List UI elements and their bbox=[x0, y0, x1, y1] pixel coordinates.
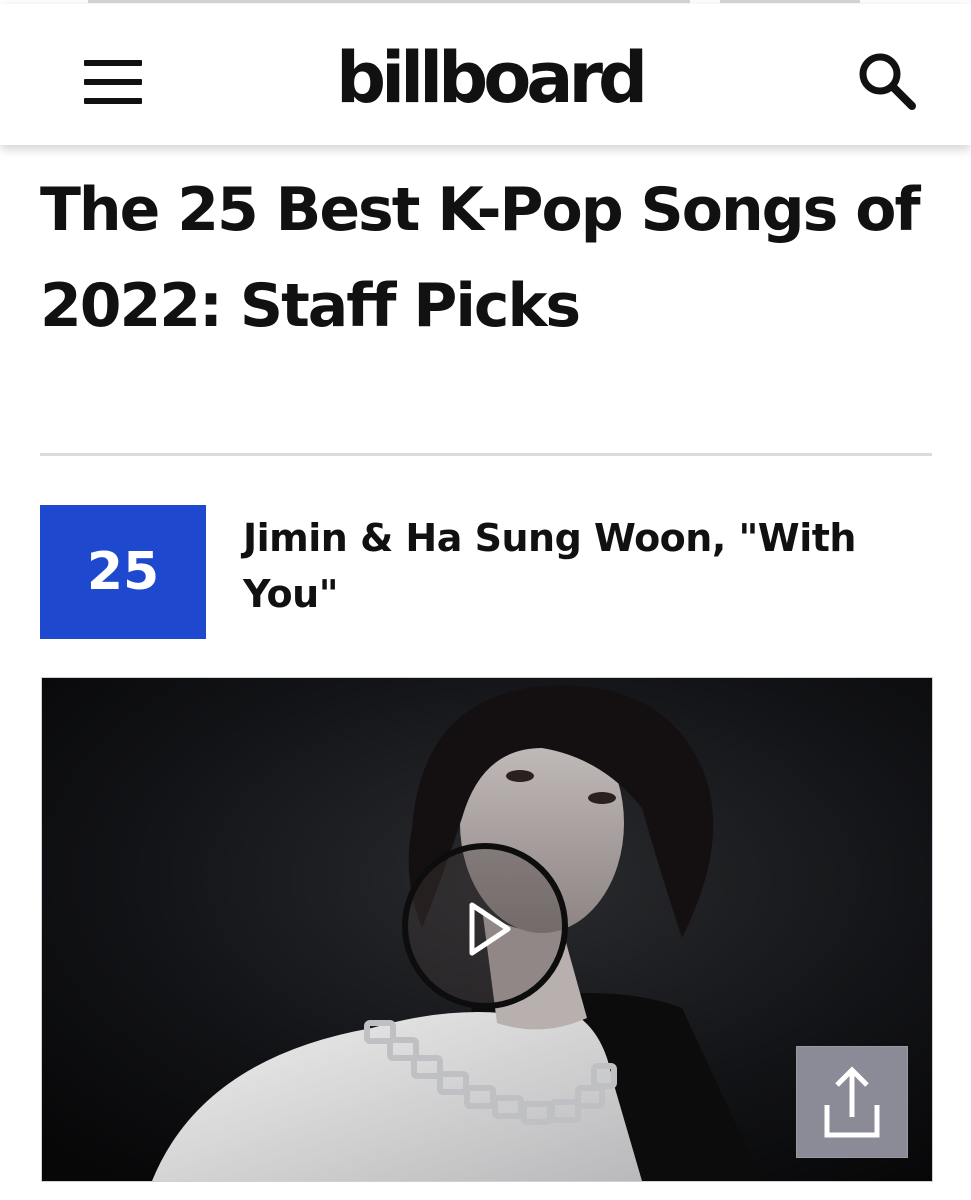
site-header: billboard bbox=[0, 4, 971, 145]
billboard-logo[interactable]: billboard bbox=[336, 38, 648, 118]
share-button[interactable] bbox=[796, 1046, 908, 1158]
song-title: Jimin & Ha Sung Woon, "With You" bbox=[243, 516, 856, 616]
top-strip-segment bbox=[88, 0, 690, 3]
play-icon bbox=[469, 902, 511, 956]
search-icon[interactable] bbox=[852, 50, 922, 114]
rank-badge: 25 bbox=[40, 505, 206, 639]
hamburger-menu-icon[interactable] bbox=[84, 58, 142, 106]
divider bbox=[40, 453, 932, 456]
share-icon bbox=[824, 1066, 880, 1138]
bottom-strip bbox=[0, 1182, 971, 1200]
top-strip-segment bbox=[720, 0, 860, 3]
article-title: The 25 Best K-Pop Songs of 2022: Staff P… bbox=[40, 175, 921, 341]
play-button[interactable] bbox=[402, 843, 568, 1009]
